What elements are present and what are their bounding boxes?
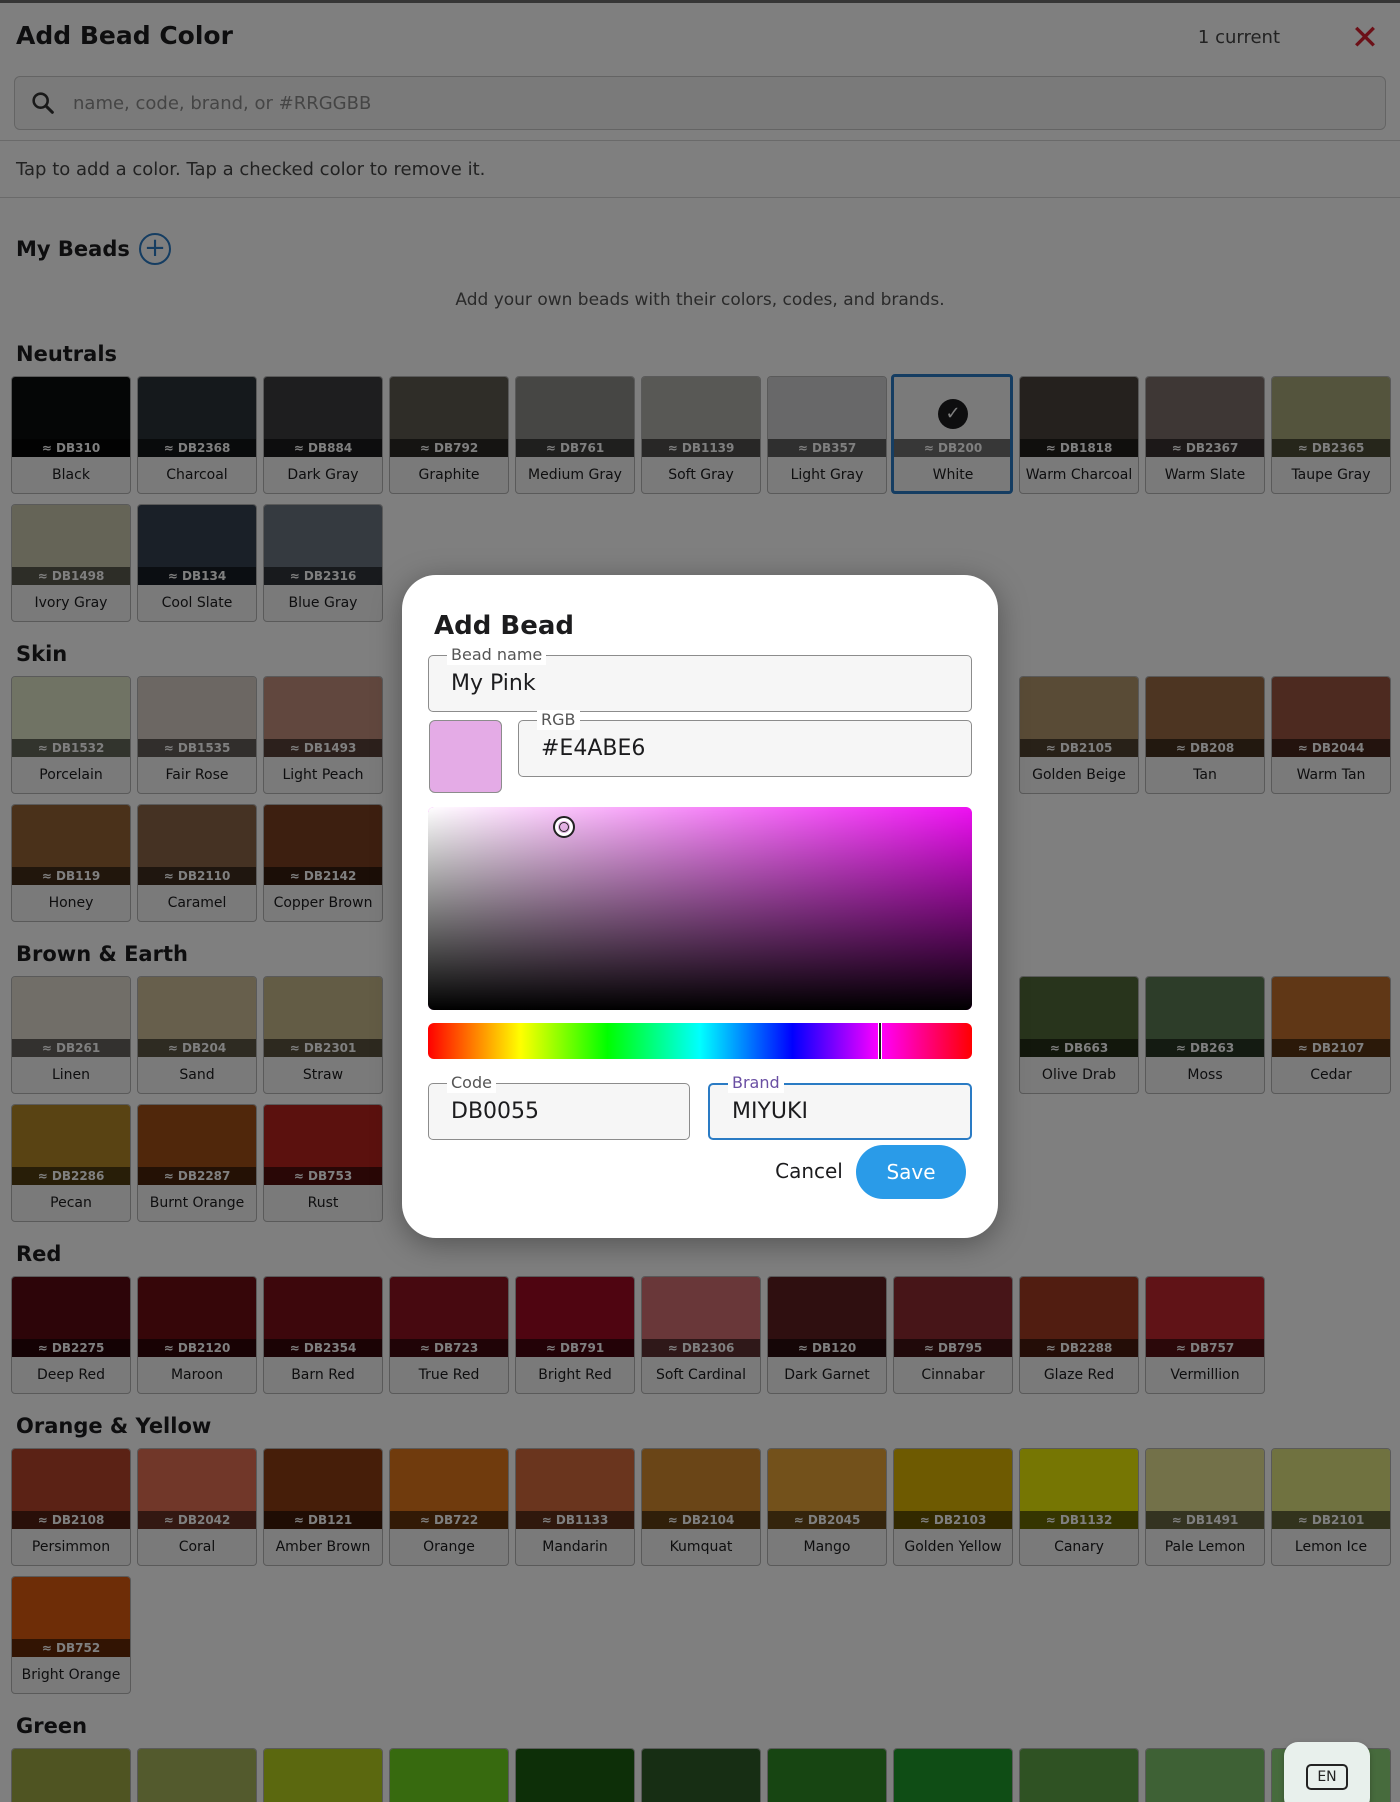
sv-black-gradient — [428, 807, 972, 1010]
language-button[interactable]: EN — [1284, 1742, 1370, 1802]
cancel-button[interactable]: Cancel — [754, 1145, 864, 1197]
add-bead-dialog: Add Bead Bead name My Pink RGB #E4ABE6 C… — [402, 575, 998, 1238]
bead-name-value: My Pink — [451, 671, 536, 696]
hue-slider[interactable] — [428, 1023, 972, 1059]
saturation-value-picker[interactable] — [428, 807, 972, 1010]
code-value: DB0055 — [451, 1099, 540, 1124]
save-button[interactable]: Save — [856, 1145, 966, 1199]
language-label: EN — [1306, 1764, 1348, 1790]
hue-slider-handle[interactable] — [877, 1023, 882, 1059]
brand-field[interactable]: Brand MIYUKI — [708, 1073, 972, 1140]
bead-name-field[interactable]: Bead name My Pink — [428, 645, 972, 712]
dialog-title: Add Bead — [434, 611, 575, 641]
rgb-field[interactable]: RGB #E4ABE6 — [518, 710, 972, 777]
color-preview-swatch — [429, 720, 502, 793]
brand-value: MIYUKI — [732, 1099, 808, 1124]
picker-handle-dot — [559, 822, 569, 833]
code-field[interactable]: Code DB0055 — [428, 1073, 690, 1140]
rgb-value: #E4ABE6 — [541, 736, 646, 761]
